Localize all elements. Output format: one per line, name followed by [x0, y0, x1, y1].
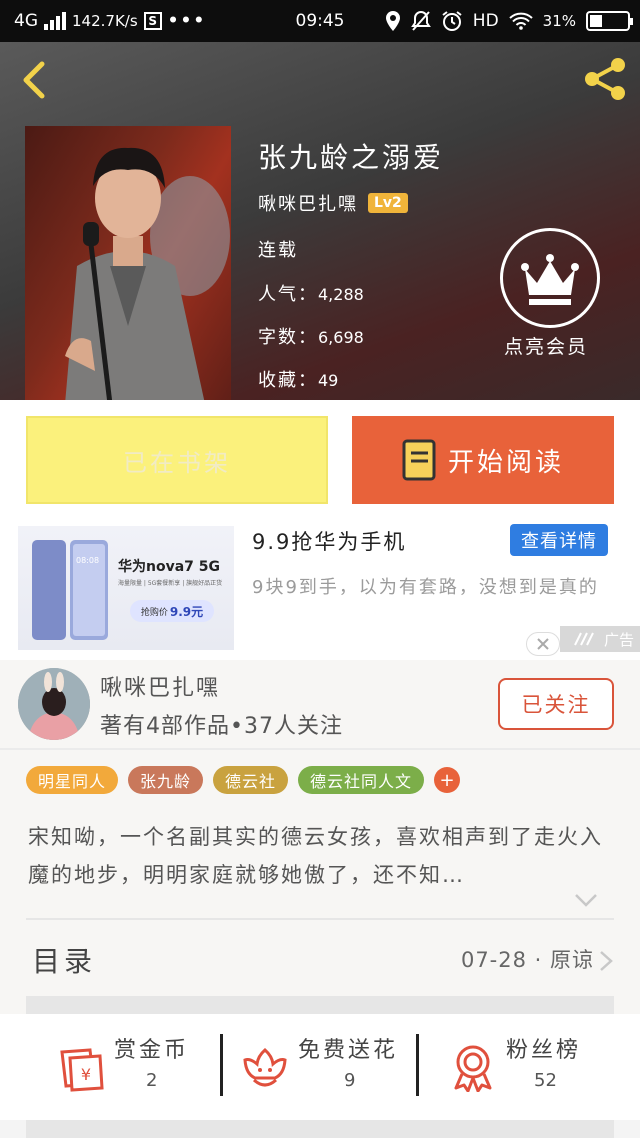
send-flower-item[interactable]: 免费送花 9	[240, 1032, 410, 1112]
mute-bell-icon	[410, 10, 431, 31]
status-bar: 4G 142.7K/s S ••• 09:45 HD 31%	[0, 0, 640, 42]
add-tag-button[interactable]: +	[434, 767, 461, 793]
battery-percent: 31%	[542, 12, 576, 30]
word-count-value: 6,698	[318, 328, 364, 347]
battery-icon	[586, 11, 633, 31]
alarm-icon	[442, 11, 462, 31]
ad-price: 9.9元	[169, 604, 204, 619]
ad-detail-button[interactable]: 查看详情	[510, 524, 608, 556]
author-level-badge: Lv2	[368, 193, 408, 213]
reward-coins-label: 赏金币	[114, 1038, 190, 1063]
send-flower-value: 9	[344, 1070, 356, 1091]
table-of-contents-label[interactable]: 目录	[32, 940, 96, 980]
book-status: 连载	[258, 240, 298, 261]
signal-icon	[44, 12, 66, 30]
ad-price-pill: 抢购价 9.9元	[130, 600, 214, 622]
in-bookshelf-button[interactable]: 已在书架	[26, 416, 328, 504]
fan-ranking-label: 粉丝榜	[506, 1038, 582, 1063]
back-icon[interactable]	[16, 60, 56, 100]
ad-phone-image	[32, 540, 108, 640]
section-separator	[26, 996, 614, 1014]
location-icon	[385, 11, 400, 31]
ad-logo-icon	[574, 632, 594, 646]
ad-tag-label: 广告	[603, 630, 634, 649]
network-speed: 142.7K/s	[72, 12, 138, 30]
book-detail-screen: 4G 142.7K/s S ••• 09:45 HD 31% 张九龄之溺爱 啾咪…	[0, 0, 640, 1138]
section-separator	[26, 1120, 614, 1138]
ad-description[interactable]: 9块9到手，以为有套路，没想到是真的	[252, 574, 622, 602]
award-medal-icon	[454, 1045, 492, 1092]
stat-separator	[416, 1034, 419, 1096]
start-reading-label: 开始阅读	[447, 447, 564, 478]
ad-label-tag: 广告	[560, 626, 640, 652]
book-author-name: 啾咪巴扎嘿	[258, 194, 358, 215]
ad-image[interactable]: 08:08 华为nova7 5G 海量限量 | 5G套餐新享 | 旗舰好品正货 …	[18, 526, 234, 650]
start-reading-button[interactable]: 开始阅读	[352, 416, 614, 504]
popularity-stat: 人气：4,288	[258, 280, 364, 306]
fan-ranking-item[interactable]: 粉丝榜 52	[448, 1032, 618, 1112]
favorites-label: 收藏：	[258, 370, 318, 391]
wifi-icon	[508, 12, 533, 30]
tag-chip[interactable]: 张九龄	[128, 766, 204, 794]
advertisement[interactable]: 08:08 华为nova7 5G 海量限量 | 5G套餐新享 | 旗舰好品正货 …	[0, 522, 640, 660]
reward-coins-item[interactable]: ¥ 赏金币 2	[56, 1032, 216, 1112]
bottom-stats: ¥ 赏金币 2 免费送花 9 粉丝榜 52	[0, 1014, 640, 1120]
tag-chip[interactable]: 明星同人	[26, 766, 119, 794]
cover-illustration	[65, 147, 230, 400]
s-app-icon: S	[143, 12, 162, 30]
ad-title[interactable]: 9.9抢华为手机	[252, 526, 406, 556]
favorites-stat: 收藏：49	[258, 366, 338, 392]
tag-list: 明星同人 张九龄 德云社 德云社同人文 +	[26, 766, 461, 794]
book-cover-image[interactable]	[25, 126, 231, 400]
more-notifications-icon: •••	[167, 11, 207, 31]
tag-chip[interactable]: 德云社同人文	[298, 766, 425, 794]
status-time: 09:45	[295, 11, 345, 31]
favorites-value: 49	[318, 371, 339, 390]
status-left: 4G 142.7K/s S •••	[14, 0, 206, 42]
popularity-label: 人气：	[258, 284, 318, 305]
ad-brand-text: 华为nova7 5G	[118, 559, 221, 575]
book-author-row[interactable]: 啾咪巴扎嘿 Lv2	[258, 190, 408, 216]
ad-promo-line: 海量限量 | 5G套餐新享 | 旗舰好品正货	[118, 580, 223, 587]
divider	[0, 748, 640, 750]
word-count-stat: 字数：6,698	[258, 323, 364, 349]
share-icon[interactable]	[580, 54, 630, 104]
ad-phone-time: 08:08	[76, 556, 100, 565]
fan-ranking-value: 52	[534, 1070, 557, 1091]
status-right: HD 31%	[385, 0, 633, 42]
crown-icon	[521, 254, 579, 305]
hd-indicator: HD	[472, 11, 499, 31]
action-row: 已在书架 开始阅读	[0, 400, 640, 522]
vip-crown-button[interactable]	[500, 228, 600, 328]
stat-separator	[220, 1034, 223, 1096]
close-icon	[537, 638, 549, 650]
book-title: 张九龄之溺爱	[258, 141, 445, 174]
avatar-image	[18, 668, 90, 740]
author-meta: 著有4部作品•37人关注	[100, 714, 343, 739]
followed-button[interactable]: 已关注	[498, 678, 614, 730]
flower-icon	[243, 1048, 287, 1087]
chevron-right-icon[interactable]	[598, 950, 614, 972]
latest-chapter-info[interactable]: 07-28 · 原谅	[461, 944, 594, 974]
popularity-value: 4,288	[318, 285, 364, 304]
author-name[interactable]: 啾咪巴扎嘿	[100, 670, 220, 702]
author-avatar[interactable]	[18, 668, 90, 740]
vip-label[interactable]: 点亮会员	[504, 332, 588, 359]
divider	[26, 918, 614, 920]
ad-close-button[interactable]	[526, 632, 560, 656]
svg-text:¥: ¥	[81, 1065, 91, 1084]
reward-coins-value: 2	[146, 1070, 158, 1091]
send-flower-label: 免费送花	[298, 1038, 399, 1063]
book-icon	[402, 439, 436, 481]
book-synopsis[interactable]: 宋知呦，一个名副其实的德云女孩，喜欢相声到了走火入魔的地步，明明家庭就够她傲了，…	[28, 818, 614, 894]
network-type: 4G	[14, 11, 38, 31]
tag-chip[interactable]: 德云社	[213, 766, 289, 794]
chevron-down-icon[interactable]	[574, 892, 598, 908]
ad-price-label: 抢购价	[140, 607, 168, 618]
word-count-label: 字数：	[258, 327, 318, 348]
coin-envelope-icon: ¥	[60, 1048, 104, 1092]
book-header: 张九龄之溺爱 啾咪巴扎嘿 Lv2 连载 人气：4,288 字数：6,698 收藏…	[0, 42, 640, 400]
